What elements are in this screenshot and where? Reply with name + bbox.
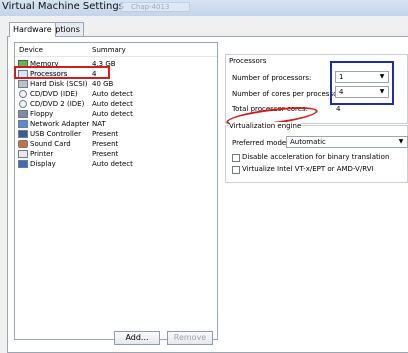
virtualize-vtx-label: Virtualize Intel VT-x/EPT or AMD-V/RVI xyxy=(242,165,374,173)
device-summary: Auto detect xyxy=(92,110,133,118)
column-header-device[interactable]: Device xyxy=(19,46,43,54)
device-summary: Auto detect xyxy=(92,160,133,168)
device-list-header: Device Summary xyxy=(15,43,217,57)
virtualization-engine-title: Virtualization engine xyxy=(229,122,302,130)
vm-settings-dialog: Hardware Options Device Summary Memory 4… xyxy=(0,16,408,353)
processors-red-highlight xyxy=(14,66,110,79)
disable-acceleration-checkbox[interactable] xyxy=(232,154,240,162)
device-summary: 40 GB xyxy=(92,80,114,88)
num-processors-label: Number of processors: xyxy=(232,74,312,82)
device-row-sound-card[interactable]: Sound Card Present xyxy=(17,139,215,149)
window-title: Virtual Machine Settings xyxy=(2,1,124,12)
device-summary: Auto detect xyxy=(92,90,133,98)
device-row-printer[interactable]: Printer Present xyxy=(17,149,215,159)
device-row-usb-controller[interactable]: USB Controller Present xyxy=(17,129,215,139)
device-name: Display xyxy=(30,160,56,168)
background-window-tab-label: Chap-4013 xyxy=(131,3,170,11)
device-row-cd-dvd-2[interactable]: CD/DVD 2 (IDE) Auto detect xyxy=(17,99,215,109)
printer-icon xyxy=(18,150,28,158)
device-name: Sound Card xyxy=(30,140,71,148)
floppy-icon xyxy=(18,110,28,118)
display-icon xyxy=(18,160,28,168)
device-summary: Present xyxy=(92,150,119,158)
device-row-network-adapter[interactable]: Network Adapter NAT xyxy=(17,119,215,129)
cores-per-processor-label: Number of cores per processor: xyxy=(232,90,343,98)
preferred-mode-select[interactable]: Automatic ▼ xyxy=(286,136,408,148)
device-name: Floppy xyxy=(30,110,54,118)
disable-acceleration-label: Disable acceleration for binary translat… xyxy=(242,153,390,161)
hard-disk-icon xyxy=(18,80,28,88)
preferred-mode-label: Preferred mode: xyxy=(232,139,289,147)
device-summary: Present xyxy=(92,140,119,148)
background-window-tab: Chap-4013 xyxy=(120,2,190,12)
device-row-floppy[interactable]: Floppy Auto detect xyxy=(17,109,215,119)
total-cores-value: 4 xyxy=(336,105,341,113)
column-header-summary[interactable]: Summary xyxy=(92,46,126,54)
title-bar: Virtual Machine Settings Chap-4013 xyxy=(0,0,408,16)
sound-card-icon xyxy=(18,140,28,148)
cd-dvd-icon xyxy=(19,90,27,98)
device-name: CD/DVD 2 (IDE) xyxy=(30,100,85,108)
device-name: USB Controller xyxy=(30,130,82,138)
network-adapter-icon xyxy=(18,120,28,128)
usb-icon xyxy=(18,130,28,138)
device-row-cd-dvd[interactable]: CD/DVD (IDE) Auto detect xyxy=(17,89,215,99)
device-row-display[interactable]: Display Auto detect xyxy=(17,159,215,169)
preferred-mode-value: Automatic xyxy=(290,138,326,146)
remove-button[interactable]: Remove xyxy=(167,331,213,345)
chevron-down-icon[interactable]: ▼ xyxy=(397,138,405,146)
processor-settings-blue-highlight xyxy=(330,61,394,105)
virtualize-vtx-checkbox[interactable] xyxy=(232,166,240,174)
device-name: CD/DVD (IDE) xyxy=(30,90,78,98)
device-name: Printer xyxy=(30,150,54,158)
device-name: Network Adapter xyxy=(30,120,90,128)
device-summary: Auto detect xyxy=(92,100,133,108)
device-summary: Present xyxy=(92,130,119,138)
cd-dvd-icon xyxy=(19,100,27,108)
device-summary: NAT xyxy=(92,120,106,128)
tab-hardware[interactable]: Hardware xyxy=(9,22,56,37)
device-row-hard-disk[interactable]: Hard Disk (SCSI) 40 GB xyxy=(17,79,215,89)
processors-section-title: Processors xyxy=(229,57,267,65)
device-name: Hard Disk (SCSI) xyxy=(30,80,88,88)
add-button[interactable]: Add... xyxy=(114,331,160,345)
device-list[interactable]: Device Summary Memory 4.3 GB Processors … xyxy=(14,42,218,340)
